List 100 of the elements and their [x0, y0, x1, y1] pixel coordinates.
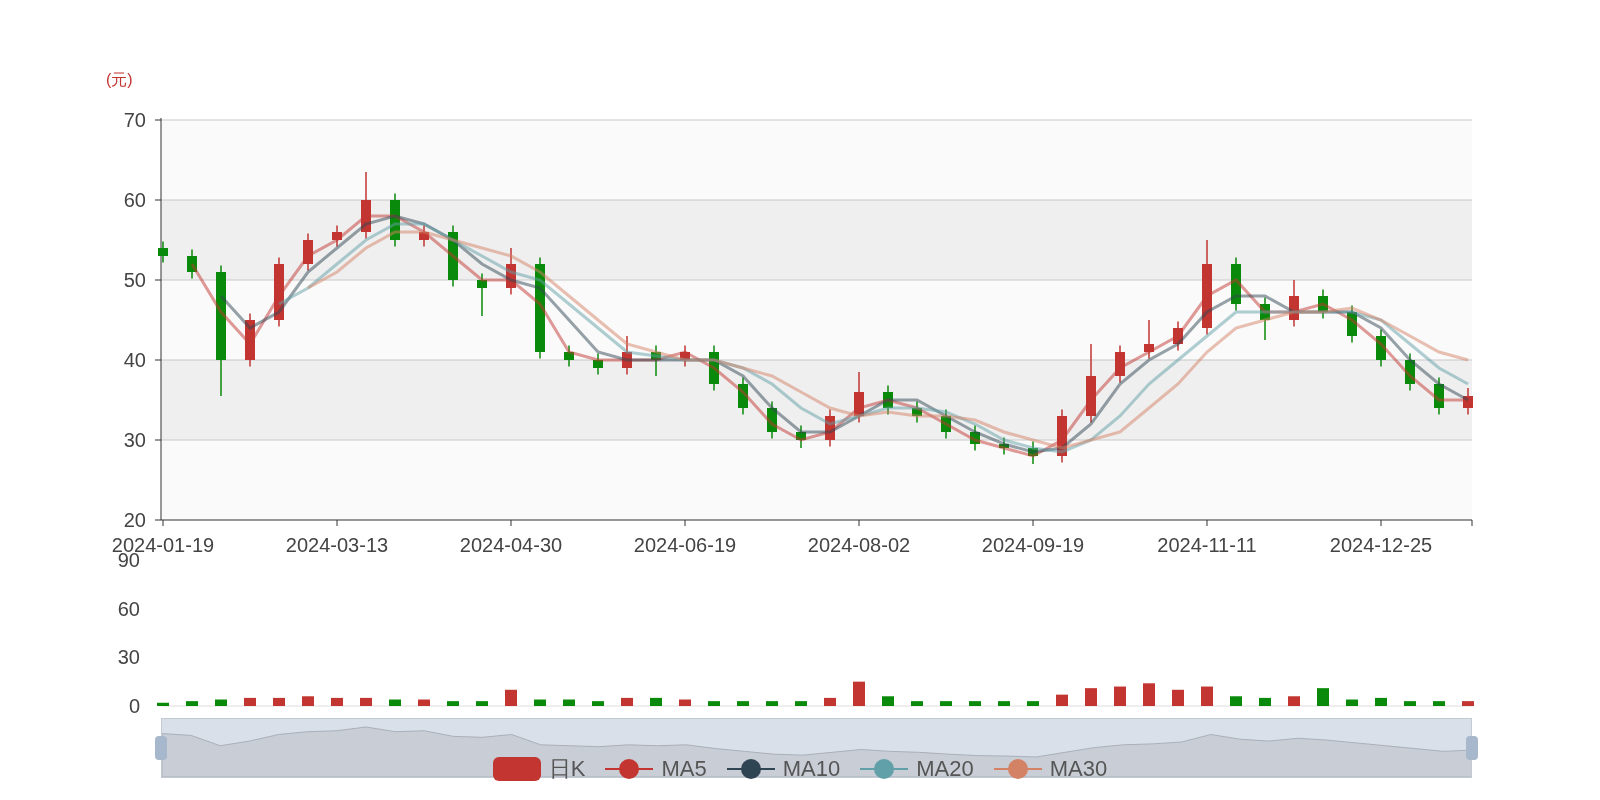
- volume-bar: [969, 701, 981, 706]
- volume-bar: [1201, 686, 1213, 706]
- candlestick: [506, 247, 516, 296]
- candlestick: [1463, 387, 1473, 416]
- volume-bar: [1346, 699, 1358, 706]
- candlestick: [1028, 440, 1038, 465]
- candlestick: [1144, 319, 1154, 360]
- candlestick: [1289, 279, 1299, 328]
- candlestick: [825, 408, 835, 448]
- volume-bar: [447, 701, 459, 706]
- volume-bar: [1143, 683, 1155, 706]
- volume-bar: [592, 701, 604, 706]
- candlestick: [1057, 408, 1067, 464]
- volume-bar: [1462, 701, 1474, 706]
- volume-bar: [737, 701, 749, 706]
- volume-bar: [244, 697, 256, 706]
- legend-item[interactable]: 日K: [492, 756, 586, 782]
- legend-item[interactable]: MA5: [605, 756, 707, 782]
- volume-bar: [1056, 694, 1068, 706]
- zoom-slider[interactable]: [161, 718, 1472, 778]
- volume-bar: [563, 699, 575, 706]
- x-tick-label: 2024-11-11: [1157, 534, 1257, 556]
- y-tick-label: 70: [123, 109, 146, 131]
- candlestick: [1318, 288, 1328, 320]
- volume-bar: [1230, 696, 1242, 706]
- volume-bar: [1172, 689, 1184, 706]
- candlestick: [361, 171, 371, 240]
- volume-bar: [215, 699, 227, 706]
- y-tick-label: 40: [123, 349, 146, 371]
- candlestick: [158, 240, 168, 264]
- volume-bar: [679, 699, 691, 706]
- unit-label: (元): [106, 71, 133, 88]
- candlestick: [1405, 352, 1415, 392]
- candlestick: [419, 224, 429, 248]
- y-tick-label: 0: [128, 695, 140, 716]
- volume-bar: [1114, 686, 1126, 706]
- candlestick: [709, 344, 719, 392]
- candlestick: [245, 312, 255, 368]
- candlestick: [303, 232, 313, 272]
- volume-bar: [302, 696, 314, 706]
- candlestick: [332, 224, 342, 248]
- candlestick: [680, 344, 690, 368]
- volume-bar: [186, 701, 198, 706]
- volume-bar: [795, 701, 807, 706]
- slider-handle[interactable]: [1466, 736, 1478, 760]
- volume-bar: [621, 697, 633, 706]
- volume-bar: [853, 681, 865, 706]
- legend-item[interactable]: MA20: [860, 756, 974, 782]
- candlestick: [796, 424, 806, 449]
- y-tick-label: 30: [117, 646, 140, 669]
- candlestick: [1115, 344, 1125, 384]
- x-tick-label: 2024-09-19: [981, 534, 1085, 556]
- y-tick-label: 60: [117, 597, 140, 620]
- candlestick: [622, 335, 632, 376]
- volume-bar: [534, 699, 546, 706]
- volume-bar: [1404, 701, 1416, 706]
- volume-bar: [911, 701, 923, 706]
- candlestick: [767, 400, 777, 440]
- x-tick-label: 2024-03-13: [285, 534, 389, 556]
- volume-bar: [824, 697, 836, 706]
- candlestick: [1231, 256, 1241, 312]
- candlestick: [1434, 376, 1444, 416]
- candlestick: [477, 272, 487, 317]
- volume-bar: [1375, 697, 1387, 706]
- volume-bar: [418, 699, 430, 706]
- x-tick-label: 2024-04-30: [459, 534, 563, 556]
- candlestick: [1347, 304, 1357, 344]
- slider-handle[interactable]: [155, 736, 167, 760]
- candlestick: [941, 408, 951, 440]
- x-tick-label: 2024-08-02: [807, 534, 911, 556]
- volume-bar: [1259, 697, 1271, 706]
- volume-bar: [476, 701, 488, 706]
- volume-bar: [940, 701, 952, 706]
- x-tick-label: 2024-06-19: [633, 534, 737, 556]
- legend-item[interactable]: MA30: [993, 756, 1108, 782]
- candlestick: [593, 352, 603, 376]
- candlestick: [912, 400, 922, 424]
- volume-bar: [389, 699, 401, 706]
- volume-bar: [360, 697, 372, 706]
- volume-bar: [331, 697, 343, 706]
- candlestick: [883, 384, 893, 416]
- volume-bar: [1317, 688, 1329, 706]
- candlestick: [274, 256, 284, 328]
- candlestick: [1173, 320, 1183, 352]
- legend-item[interactable]: MA10: [726, 756, 841, 782]
- candlestick: [187, 248, 197, 280]
- x-tick-label: 2024-12-25: [1329, 534, 1433, 556]
- y-tick-label: 30: [123, 429, 146, 451]
- volume-bar: [766, 701, 778, 706]
- candlestick: [651, 344, 661, 377]
- candlestick: [999, 436, 1009, 456]
- volume-bar: [157, 702, 169, 706]
- candlestick: [448, 224, 458, 288]
- volume-bar: [273, 697, 285, 706]
- volume-bar: [650, 697, 662, 706]
- volume-bar: [1288, 696, 1300, 706]
- candlestick: [1260, 296, 1270, 341]
- volume-bar: [882, 696, 894, 706]
- candlestick: [738, 376, 748, 416]
- y-tick-label: 20: [123, 509, 146, 531]
